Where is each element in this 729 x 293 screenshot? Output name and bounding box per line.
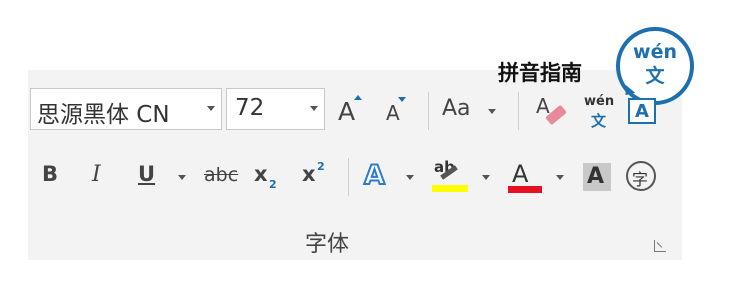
subscript-icon: x (254, 162, 268, 186)
underline-dropdown-chevron-icon[interactable] (178, 175, 186, 180)
font-color-button[interactable]: A (508, 158, 568, 196)
text-effects-icon: A (363, 159, 386, 192)
subscript-button[interactable]: x 2 (254, 164, 284, 192)
callout-hanzi-text: 文 (645, 65, 665, 87)
grow-font-button[interactable]: A (336, 92, 364, 128)
font-dialog-launcher-icon[interactable] (654, 240, 666, 252)
pinyin-text: wén (584, 94, 615, 109)
chevron-down-icon[interactable] (310, 106, 318, 111)
arrow-diagonal-icon (656, 242, 663, 248)
shrink-font-icon: A (386, 101, 400, 125)
caret-down-icon (398, 97, 406, 102)
strikethrough-button[interactable]: abc (204, 166, 238, 185)
font-name-combobox[interactable]: 思源黑体 CN (30, 88, 222, 130)
italic-button[interactable]: I (92, 164, 101, 186)
enclose-characters-icon: 字 (632, 170, 649, 189)
shrink-font-button[interactable]: A (382, 96, 410, 128)
character-border-icon: A (635, 101, 649, 122)
chevron-down-icon (482, 175, 490, 180)
character-border-button[interactable]: A (628, 98, 656, 124)
highlight-color-bar (432, 185, 468, 192)
font-size-combobox[interactable]: 72 (226, 88, 325, 130)
separator (428, 92, 429, 130)
chevron-down-icon (556, 175, 564, 180)
character-shading-icon: A (587, 164, 605, 189)
font-name-value: 思源黑体 CN (37, 102, 170, 128)
change-case-icon: Aa (442, 96, 471, 121)
clear-formatting-icon: A (536, 94, 550, 118)
enclose-characters-button[interactable]: 字 (626, 161, 656, 191)
subscript-mark: 2 (269, 178, 277, 191)
callout-pinyin-text: wén (633, 41, 677, 63)
separator (348, 158, 349, 196)
chevron-down-icon (406, 175, 414, 180)
font-color-icon: A (512, 160, 529, 188)
clear-formatting-button[interactable]: A (536, 94, 570, 128)
font-color-bar (508, 186, 542, 193)
change-case-button[interactable]: Aa (442, 98, 502, 128)
caret-up-icon (354, 95, 362, 100)
superscript-button[interactable]: x 2 (302, 160, 332, 192)
font-group-label: 字体 (305, 232, 350, 257)
phonetic-guide-button[interactable]: wén 文 (584, 92, 620, 130)
hanzi-text: 文 (591, 112, 607, 130)
underline-button[interactable]: U (138, 164, 155, 185)
text-effects-button[interactable]: A (363, 159, 418, 194)
superscript-icon: x (302, 162, 316, 186)
chevron-down-icon[interactable] (207, 106, 215, 111)
character-shading-button[interactable]: A (583, 163, 611, 191)
text-highlight-button[interactable]: ab (432, 158, 496, 196)
chevron-down-icon (488, 109, 496, 114)
phonetic-guide-callout-label: 拼音指南 (498, 61, 582, 85)
bold-button[interactable]: B (42, 164, 58, 185)
superscript-mark: 2 (317, 160, 325, 173)
font-size-value: 72 (235, 95, 265, 121)
grow-font-icon: A (338, 97, 356, 126)
separator (518, 92, 519, 130)
